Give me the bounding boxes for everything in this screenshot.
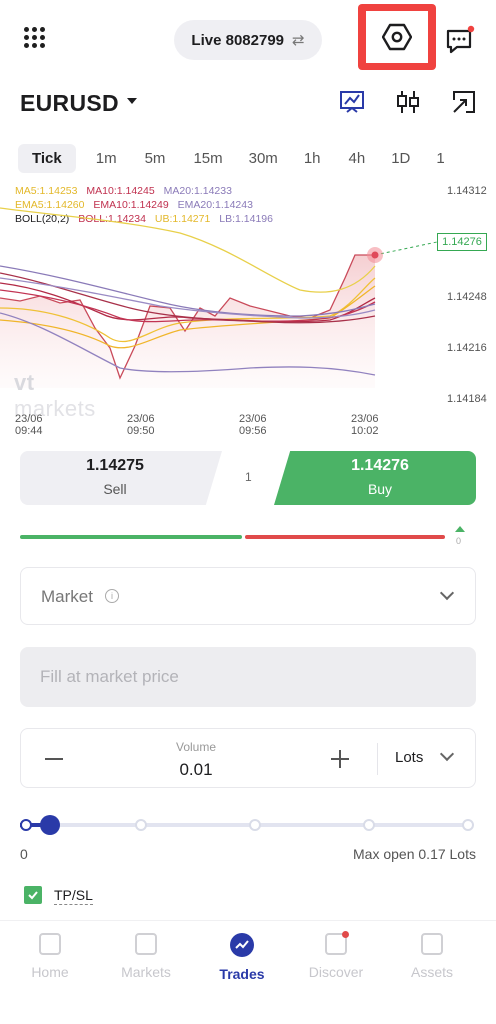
buy-price: 1.14276 — [351, 457, 409, 474]
price-tick-label: 1.14312 — [447, 185, 487, 197]
plus-icon-vertical[interactable] — [339, 750, 341, 768]
unit-label: Lots — [395, 749, 424, 766]
chart-indicator-icon[interactable] — [338, 88, 366, 116]
check-icon — [28, 891, 38, 900]
tab-30m[interactable]: 30m — [249, 150, 278, 167]
volume-label: Volume — [175, 740, 217, 754]
candlestick-icon[interactable] — [394, 88, 422, 116]
home-icon — [39, 933, 61, 955]
nav-assets[interactable]: Assets — [392, 933, 472, 980]
messages-icon[interactable] — [444, 24, 476, 56]
symbol-selector[interactable]: EURUSD — [20, 90, 119, 117]
chevron-down-icon — [439, 585, 455, 601]
sell-button[interactable]: 1.14275 Sell — [20, 451, 222, 505]
nav-markets[interactable]: Markets — [106, 933, 186, 980]
trade-buttons: 1.14275 Sell 1 1.14276 Buy — [20, 451, 476, 505]
sell-sentiment-bar — [245, 535, 445, 539]
sentiment-value: 0 — [456, 536, 462, 546]
tab-4h[interactable]: 4h — [349, 150, 366, 167]
apps-grid-icon[interactable] — [24, 27, 46, 49]
settings-hex-icon — [382, 23, 412, 51]
slider-handle[interactable] — [40, 815, 60, 835]
slider-step-dot[interactable] — [363, 819, 375, 831]
caret-down-icon[interactable] — [127, 98, 137, 104]
sell-label: Sell — [103, 481, 127, 497]
account-label: Live 8082799 — [191, 31, 284, 49]
spread-value: 1 — [245, 470, 252, 484]
trades-icon — [230, 933, 254, 957]
sentiment-up-icon — [455, 526, 465, 532]
settings-button[interactable] — [366, 11, 428, 63]
swap-icon: ⇄ — [292, 32, 305, 49]
nav-home-label: Home — [31, 964, 69, 980]
chevron-down-icon — [439, 746, 455, 762]
volume-stepper: Volume 0.01 Lots — [20, 728, 476, 788]
nav-discover[interactable]: Discover — [296, 931, 376, 980]
price-tick-label: 1.14216 — [447, 342, 487, 354]
time-tick-label: 23/06 09:44 — [15, 413, 43, 437]
price-input[interactable] — [20, 647, 476, 707]
slider-min-label: 0 — [20, 846, 28, 862]
divider — [377, 743, 378, 775]
tab-more[interactable]: 1 — [436, 150, 444, 167]
tpsl-checkbox[interactable] — [24, 886, 42, 904]
nav-home[interactable]: Home — [10, 933, 90, 980]
tab-1m[interactable]: 1m — [96, 150, 117, 167]
current-price-label: 1.14276 — [437, 233, 487, 251]
slider-step-dot[interactable] — [249, 819, 261, 831]
tab-tick[interactable]: Tick — [18, 143, 76, 173]
slider-max-label: Max open 0.17 Lots — [353, 846, 476, 862]
settings-highlight — [358, 4, 436, 70]
time-tick-label: 23/06 10:02 — [351, 413, 379, 437]
bottom-nav: Home Markets Trades Discover Assets — [0, 920, 496, 1024]
slider-start-dot — [20, 819, 32, 831]
discover-icon — [325, 931, 349, 955]
top-bar: Live 8082799 ⇄ — [0, 0, 496, 80]
volume-slider[interactable] — [20, 814, 476, 835]
buy-sentiment-bar — [20, 535, 242, 539]
account-switcher[interactable]: Live 8082799 ⇄ — [174, 20, 322, 60]
info-icon[interactable]: i — [105, 589, 119, 603]
buy-button[interactable]: 1.14276 Buy — [274, 451, 476, 505]
order-type-dropdown[interactable]: Market i — [20, 567, 476, 625]
symbol-bar: EURUSD — [0, 84, 496, 124]
tpsl-label[interactable]: TP/SL — [54, 887, 93, 905]
assets-icon — [421, 933, 443, 955]
price-tick-label: 1.14248 — [447, 291, 487, 303]
sell-price: 1.14275 — [86, 457, 144, 474]
tab-5m[interactable]: 5m — [145, 150, 166, 167]
markets-icon — [135, 933, 157, 955]
order-type-label: Market — [41, 587, 93, 606]
price-tick-label: 1.14184 — [447, 393, 487, 405]
nav-trades-label: Trades — [219, 966, 265, 982]
tab-1h[interactable]: 1h — [304, 150, 321, 167]
nav-discover-label: Discover — [308, 964, 364, 980]
minus-icon[interactable] — [45, 758, 63, 760]
nav-trades[interactable]: Trades — [202, 933, 282, 982]
time-tick-label: 23/06 09:50 — [127, 413, 155, 437]
expand-icon[interactable] — [450, 88, 478, 116]
time-tick-label: 23/06 09:56 — [239, 413, 267, 437]
slider-step-dot[interactable] — [462, 819, 474, 831]
nav-assets-label: Assets — [410, 964, 453, 980]
nav-markets-label: Markets — [121, 964, 171, 980]
tab-1d[interactable]: 1D — [391, 150, 410, 167]
slider-step-dot[interactable] — [135, 819, 147, 831]
timeframe-bar: Tick 1m 5m 15m 30m 1h 4h 1D 1 — [18, 142, 488, 174]
tab-15m[interactable]: 15m — [193, 150, 222, 167]
unit-selector[interactable]: Lots — [395, 749, 423, 766]
current-price-line — [374, 241, 438, 256]
buy-label: Buy — [367, 481, 393, 497]
volume-value[interactable]: 0.01 — [151, 760, 241, 780]
boll-ub-line — [0, 207, 376, 293]
